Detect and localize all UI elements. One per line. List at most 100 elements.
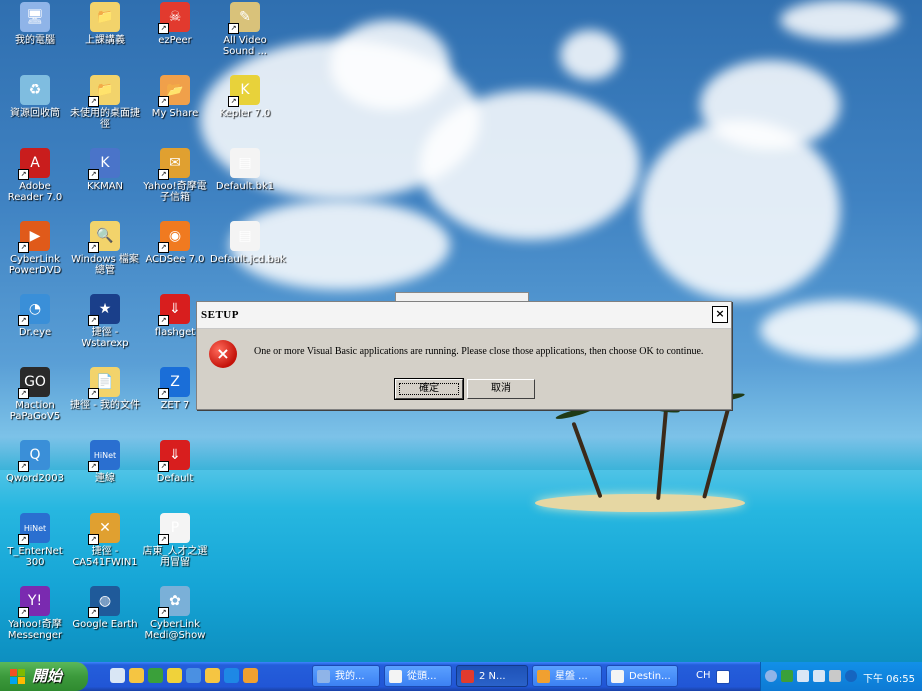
shortcut-arrow-icon: ↗ [228,96,239,107]
desktop-icon[interactable]: 🖥 我的電腦 [0,2,70,46]
desktop-icon[interactable]: ★ ↗ 捷徑 - Wstarexp [70,294,140,349]
taskbar-button-label: 2 N... [479,671,506,682]
ok-button[interactable]: 確定 [394,378,464,400]
desktop-icon-image: 📄 ↗ [88,367,120,399]
desktop-icon-image: ◉ ↗ [158,221,190,253]
desktop-icon[interactable]: ◍ ↗ Google Earth [70,586,140,630]
shortcut-arrow-icon: ↗ [18,461,29,472]
dialog-titlebar[interactable]: SETUP × [197,302,731,329]
taskbar-button-icon [389,670,402,683]
quick-launch-icon[interactable] [148,668,163,683]
desktop-icon[interactable]: GO ↗ Maction PaPaGoV5 [0,367,70,422]
desktop-icon-image: ▤ [230,148,260,178]
desktop-icon-label: CyberLink PowerDVD [8,254,62,276]
quick-launch-icon[interactable] [224,668,239,683]
desktop-icon-image: P ↗ [158,513,190,545]
quick-launch-icon[interactable] [205,668,220,683]
desktop-icon-label: ezPeer [158,35,192,46]
desktop-icon[interactable]: K ↗ KKMAN [70,148,140,192]
tray-app-icon[interactable] [797,670,809,682]
desktop-icon-glyph: 📁 [96,8,114,25]
desktop-icon-label: Adobe Reader 7.0 [7,181,63,203]
language-indicator[interactable]: CH [696,670,711,681]
ime-icon[interactable] [716,670,730,684]
desktop-icon-label: Default.bk1 [215,181,275,192]
shortcut-arrow-icon: ↗ [158,534,169,545]
taskbar-button-label: 我的... [335,671,365,682]
desktop-icon[interactable]: ✉ ↗ Yahoo!奇摩電子信箱 [140,148,210,203]
shortcut-arrow-icon: ↗ [88,242,99,253]
desktop-icon-label: 資源回收筒 [10,108,60,119]
desktop-icon[interactable]: ♻ 資源回收筒 [0,75,70,119]
desktop-icon[interactable]: ⇓ ↗ Default [140,440,210,484]
desktop-icon-image: HiNet ↗ [88,440,120,472]
desktop-icon[interactable]: 📁 上課講義 [70,2,140,46]
cloud [640,120,840,300]
desktop-icon-label: 連線 [95,473,115,484]
tray-network-icon[interactable] [781,670,793,682]
cloud [330,20,450,110]
desktop-icon[interactable]: 📂 ↗ My Share [140,75,210,119]
desktop-icon-image: ▤ [230,221,260,251]
desktop-icon[interactable]: Y! ↗ Yahoo!奇摩 Messenger [0,586,70,641]
desktop-icon[interactable]: ✿ ↗ CyberLink Medi@Show [140,586,210,641]
desktop-icon[interactable]: Q ↗ Qword2003 [0,440,70,484]
taskbar-button[interactable]: Destin... [606,665,678,687]
desktop-icon[interactable]: ✕ ↗ 捷徑 - CA541FWIN1 [70,513,140,568]
desktop-icon[interactable]: A ↗ Adobe Reader 7.0 [0,148,70,203]
quick-launch-icon[interactable] [186,668,201,683]
desktop-icon-image: ✿ ↗ [158,586,190,618]
taskbar-button-icon [611,670,624,683]
taskbar-button[interactable]: 從頭... [384,665,452,687]
shortcut-arrow-icon: ↗ [158,242,169,253]
desktop-icon[interactable]: ◔ ↗ Dr.eye [0,294,70,338]
desktop-icon[interactable]: ◉ ↗ ACDSee 7.0 [140,221,210,265]
quick-launch-icon[interactable] [167,668,182,683]
desktop-icon-image: ⇓ ↗ [158,440,190,472]
shortcut-arrow-icon: ↗ [158,169,169,180]
desktop-icon-label: 我的電腦 [15,35,55,46]
desktop-icon-label: Windows 檔案總管 [71,254,139,276]
desktop-icon-glyph: 🖥 [26,8,44,25]
desktop-icon-label: Dr.eye [18,327,52,338]
desktop-icon-label: CyberLink Medi@Show [144,619,206,641]
start-button[interactable]: 開始 [0,662,88,691]
desktop-icon-image: 📂 ↗ [158,75,190,107]
desktop-icon[interactable]: HiNet ↗ T_EnterNet 300 [0,513,70,568]
clock[interactable]: 下午 06:55 [863,670,915,685]
start-label: 開始 [32,667,63,685]
desktop-icon-image: ✉ ↗ [158,148,190,180]
taskbar-button[interactable]: 2 N... [456,665,528,687]
desktop-icon-glyph: ▤ [238,154,252,171]
taskbar-button[interactable]: 星盤 ... [532,665,602,687]
desktop-icon-label: Google Earth [72,619,138,630]
quick-launch-icon[interactable] [129,668,144,683]
quick-launch-icon[interactable] [243,668,258,683]
desktop-icon-image: 🔍 ↗ [88,221,120,253]
desktop-icon[interactable]: K ↗ Kepler 7.0 [210,75,280,119]
tray-arrow-icon[interactable] [765,670,777,682]
desktop-icon[interactable]: ✎ ↗ All Video Sound ... [210,2,280,57]
desktop-icon[interactable]: 📁 ↗ 未使用的桌面捷徑 [70,75,140,130]
desktop-icon[interactable]: 🔍 ↗ Windows 檔案總管 [70,221,140,276]
tray-bluetooth-icon[interactable] [845,670,857,682]
taskbar-button-icon [317,670,330,683]
tray-safe-remove-icon[interactable] [829,670,841,682]
desktop-icon[interactable]: P ↗ 店東_人才之選用冒留 [140,513,210,568]
quick-launch-icon[interactable] [110,668,125,683]
tray-connection-icon[interactable] [813,670,825,682]
desktop-icon[interactable]: HiNet ↗ 連線 [70,440,140,484]
windows-logo-icon [10,669,25,684]
desktop-icon-glyph: ♻ [28,81,42,98]
cancel-button[interactable]: 取消 [467,379,535,399]
desktop-icon[interactable]: ▤ Default.bk1 [210,148,280,192]
desktop-icon[interactable]: ▤ Default.jcd.bak [210,221,286,265]
cloud [780,0,900,40]
close-button[interactable]: × [712,306,728,323]
desktop-icon[interactable]: ☠ ↗ ezPeer [140,2,210,46]
desktop-icon[interactable]: ▶ ↗ CyberLink PowerDVD [0,221,70,276]
desktop-icon-label: All Video Sound ... [222,35,268,57]
taskbar-button[interactable]: 我的... [312,665,380,687]
desktop-icon-image: 🖥 [20,2,50,32]
desktop-icon[interactable]: 📄 ↗ 捷徑 - 我的文件 [70,367,140,411]
